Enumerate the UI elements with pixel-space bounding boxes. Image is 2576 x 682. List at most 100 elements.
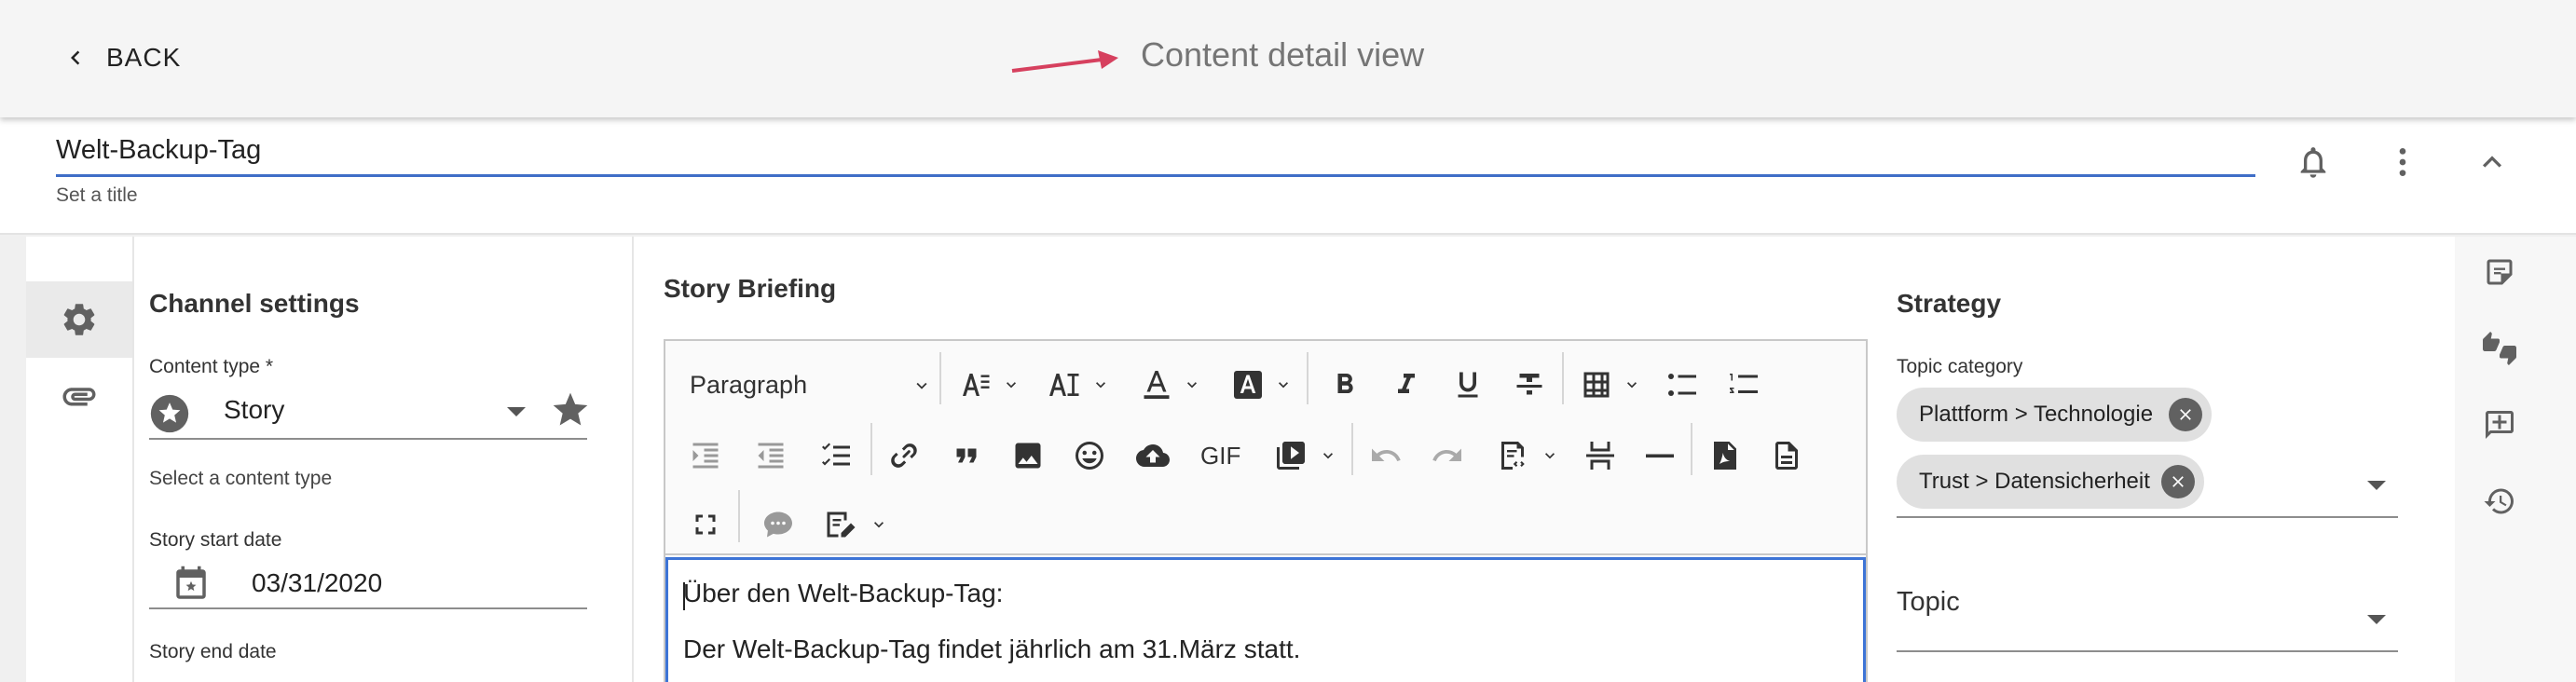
chip-label: Plattform > Technologie — [1919, 402, 2154, 427]
toolbar-separator — [870, 423, 872, 475]
content-line: Der Welt-Backup-Tag findet jährlich am 3… — [683, 634, 1301, 663]
video-icon — [1277, 442, 1305, 470]
back-button[interactable]: BACK — [62, 37, 181, 78]
chevron-down-icon — [1187, 382, 1197, 389]
document-icon — [1775, 442, 1798, 470]
font-size-caret[interactable] — [1090, 375, 1111, 395]
font-color-button[interactable] — [1131, 360, 1182, 410]
editor-toolbar: Paragraph GIF — [665, 341, 1866, 555]
topic-category-dropdown-icon[interactable] — [2367, 481, 2386, 490]
page-break-button[interactable] — [1575, 430, 1625, 481]
rail-item-attachments[interactable] — [26, 358, 132, 434]
undo-button[interactable] — [1361, 430, 1411, 481]
font-size-icon — [1049, 374, 1079, 396]
title-input[interactable] — [56, 127, 2255, 177]
divider — [132, 237, 134, 682]
emoji-button[interactable] — [1064, 430, 1115, 481]
chevron-down-icon — [874, 522, 884, 528]
export-pdf-button[interactable] — [1700, 430, 1750, 481]
notes-button[interactable] — [2466, 239, 2533, 306]
bulleted-list-button[interactable] — [1657, 360, 1707, 410]
font-family-caret[interactable] — [1001, 375, 1021, 395]
more-options-button[interactable] — [2377, 136, 2429, 188]
track-changes-button[interactable] — [815, 499, 865, 550]
star-circle-icon — [150, 394, 189, 433]
topic-label[interactable]: Topic — [1897, 587, 1960, 618]
indent-button[interactable] — [680, 430, 731, 481]
insert-table-button[interactable] — [1571, 360, 1622, 410]
checklist-icon — [822, 443, 850, 466]
chip-remove-button[interactable] — [2169, 398, 2202, 431]
history-button[interactable] — [2466, 468, 2533, 535]
star-icon[interactable] — [550, 389, 591, 430]
horizontal-line-button[interactable] — [1635, 430, 1685, 481]
collapse-button[interactable] — [2466, 136, 2518, 188]
content-type-select[interactable]: Story — [149, 384, 588, 440]
font-family-button[interactable] — [949, 360, 999, 410]
insert-image-button[interactable] — [1003, 430, 1053, 481]
strategy-title: Strategy — [1897, 289, 2002, 318]
strikethrough-icon — [1516, 374, 1542, 395]
toolbar-separator — [1351, 423, 1353, 475]
insert-table-caret[interactable] — [1622, 375, 1642, 395]
content-type-hint: Select a content type — [149, 468, 333, 489]
paragraph-style-select[interactable]: Paragraph — [690, 360, 932, 410]
title-hint: Set a title — [56, 184, 138, 206]
bold-button[interactable] — [1320, 360, 1370, 410]
calendar-icon[interactable] — [171, 565, 211, 604]
redo-button[interactable] — [1422, 430, 1473, 481]
horizontal-line-icon — [1646, 454, 1674, 458]
chevron-down-icon — [1096, 382, 1105, 389]
channel-settings-title: Channel settings — [149, 289, 360, 318]
toolbar-separator — [1562, 352, 1564, 404]
editor-content[interactable]: Über den Welt-Backup-Tag: Der Welt-Backu… — [665, 557, 1866, 682]
export-word-button[interactable] — [1761, 430, 1812, 481]
page-break-icon — [1586, 442, 1614, 470]
source-editing-caret[interactable] — [1540, 445, 1560, 466]
more-vert-icon — [2399, 148, 2406, 176]
track-changes-caret[interactable] — [869, 514, 889, 535]
blockquote-button[interactable] — [941, 430, 992, 481]
chip-remove-button[interactable] — [2161, 465, 2195, 498]
rail-item-settings[interactable] — [26, 281, 132, 358]
content-line: Über den Welt-Backup-Tag: — [683, 579, 1004, 607]
thumbs-up-down-icon — [2483, 332, 2516, 365]
gif-button[interactable]: GIF — [1200, 442, 1240, 471]
fullscreen-icon — [695, 514, 716, 535]
insert-video-button[interactable] — [1266, 430, 1316, 481]
cloud-upload-icon — [1136, 444, 1170, 467]
checklist-button[interactable] — [811, 430, 861, 481]
underline-button[interactable] — [1443, 360, 1493, 410]
font-background-button[interactable] — [1223, 360, 1273, 410]
approval-button[interactable] — [2466, 315, 2533, 382]
pdf-icon — [1714, 442, 1736, 470]
story-start-field[interactable]: 03/31/2020 — [149, 557, 587, 609]
insert-video-caret[interactable] — [1318, 445, 1338, 466]
italic-button[interactable] — [1381, 360, 1432, 410]
topic-underline — [1897, 650, 2398, 652]
strikethrough-button[interactable] — [1504, 360, 1555, 410]
comment-button[interactable] — [753, 499, 803, 550]
chevron-down-icon — [1323, 453, 1333, 459]
back-label: BACK — [106, 43, 182, 72]
chevron-down-icon — [1279, 382, 1288, 389]
image-icon — [1015, 443, 1041, 469]
fullscreen-button[interactable] — [680, 499, 731, 550]
topic-dropdown-icon[interactable] — [2367, 615, 2386, 624]
numbered-list-button[interactable] — [1719, 360, 1769, 410]
gear-icon — [63, 304, 95, 335]
redo-icon — [1432, 448, 1461, 461]
source-editing-button[interactable] — [1487, 430, 1538, 481]
topic-category-chip: Trust > Datensicherheit — [1897, 455, 2204, 509]
link-button[interactable] — [880, 430, 930, 481]
numbered-list-icon — [1730, 374, 1758, 393]
content-panel: Channel settings Content type * Story Se… — [26, 237, 2457, 682]
font-background-caret[interactable] — [1273, 375, 1294, 395]
bulleted-list-icon — [1668, 374, 1696, 396]
upload-button[interactable] — [1128, 430, 1178, 481]
add-comment-button[interactable] — [2466, 391, 2533, 458]
outdent-button[interactable] — [746, 430, 796, 481]
font-size-button[interactable] — [1038, 360, 1089, 410]
font-color-caret[interactable] — [1182, 375, 1202, 395]
notifications-button[interactable] — [2287, 136, 2339, 188]
